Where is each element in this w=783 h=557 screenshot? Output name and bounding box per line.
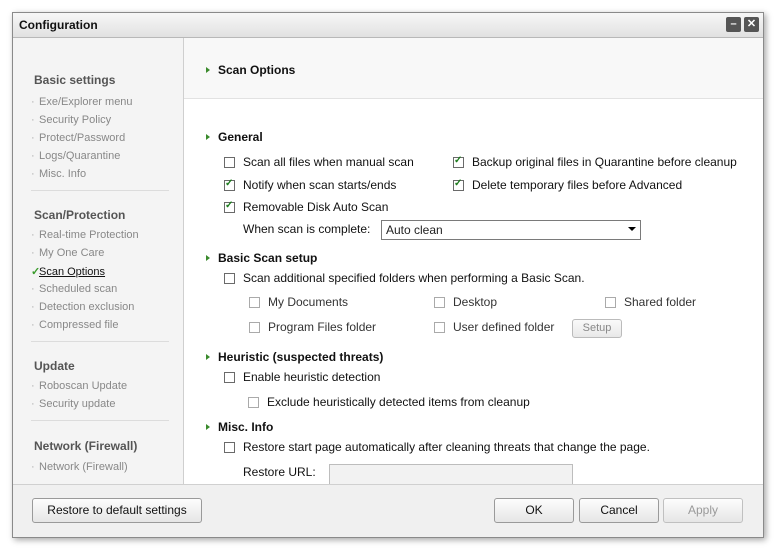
section-arrow-icon bbox=[206, 134, 210, 140]
desktop-label[interactable]: Desktop bbox=[453, 295, 497, 309]
removable-disk-checkbox[interactable] bbox=[224, 200, 235, 213]
delete-temp-checkbox[interactable] bbox=[453, 178, 464, 191]
sidebar-divider bbox=[31, 190, 169, 191]
scan-all-files-label[interactable]: Scan all files when manual scan bbox=[243, 155, 414, 169]
exclude-heuristic-checkbox[interactable] bbox=[248, 397, 259, 408]
scan-all-files-checkbox[interactable] bbox=[224, 157, 235, 168]
sidebar-group-network-firewall[interactable]: Network (Firewall) bbox=[34, 439, 137, 453]
my-documents-checkbox[interactable] bbox=[249, 297, 260, 308]
ok-button[interactable]: OK bbox=[494, 498, 574, 523]
restore-url-input[interactable] bbox=[329, 464, 573, 485]
content-header: Scan Options bbox=[184, 38, 763, 99]
restore-start-page-checkbox[interactable] bbox=[224, 442, 235, 453]
sidebar-item-roboscan-update[interactable]: · Roboscan Update bbox=[31, 380, 127, 392]
sidebar-divider bbox=[31, 341, 169, 342]
restore-default-button[interactable]: Restore to default settings bbox=[32, 498, 202, 523]
shared-folder-checkbox[interactable] bbox=[605, 297, 616, 308]
sidebar-group-scan-protection[interactable]: Scan/Protection bbox=[34, 208, 125, 222]
notify-scan-label[interactable]: Notify when scan starts/ends bbox=[243, 178, 396, 192]
my-documents-label[interactable]: My Documents bbox=[268, 295, 348, 309]
minimize-icon[interactable]: – bbox=[726, 17, 741, 32]
sidebar-item-my-one-care[interactable]: · My One Care bbox=[31, 247, 104, 259]
user-defined-folder-checkbox[interactable] bbox=[434, 322, 445, 333]
page-title: Scan Options bbox=[218, 63, 296, 77]
shared-folder-label[interactable]: Shared folder bbox=[624, 295, 696, 309]
window-title: Configuration bbox=[19, 18, 98, 32]
apply-button[interactable]: Apply bbox=[663, 498, 743, 523]
sidebar-divider bbox=[31, 420, 169, 421]
delete-temp-label[interactable]: Delete temporary files before Advanced bbox=[472, 178, 682, 192]
section-arrow-icon bbox=[206, 255, 210, 261]
backup-quarantine-checkbox[interactable] bbox=[453, 155, 464, 168]
sidebar-item-detection-exclusion[interactable]: · Detection exclusion bbox=[31, 301, 134, 313]
cancel-button[interactable]: Cancel bbox=[579, 498, 659, 523]
user-defined-folder-label[interactable]: User defined folder bbox=[453, 320, 554, 334]
section-basic-scan-title: Basic Scan setup bbox=[218, 251, 318, 265]
sidebar-item-real-time-protection[interactable]: · Real-time Protection bbox=[31, 229, 139, 241]
title-bar: Configuration – ✕ bbox=[13, 13, 763, 38]
sidebar-group-update[interactable]: Update bbox=[34, 359, 75, 373]
sidebar-item-protect-password[interactable]: · Protect/Password bbox=[31, 132, 125, 144]
sidebar-item-scheduled-scan[interactable]: · Scheduled scan bbox=[31, 283, 117, 295]
sidebar-item-compressed-file[interactable]: · Compressed file bbox=[31, 319, 118, 331]
sidebar-item-logs-quarantine[interactable]: · Logs/Quarantine bbox=[31, 150, 120, 162]
removable-disk-label[interactable]: Removable Disk Auto Scan bbox=[243, 200, 388, 214]
section-general-title: General bbox=[218, 130, 263, 144]
exclude-heuristic-label[interactable]: Exclude heuristically detected items fro… bbox=[267, 395, 530, 409]
content-panel: Scan Options General Scan all files when… bbox=[184, 38, 763, 485]
additional-folders-label[interactable]: Scan additional specified folders when p… bbox=[243, 271, 585, 285]
program-files-checkbox[interactable] bbox=[249, 322, 260, 333]
section-misc-title: Misc. Info bbox=[218, 420, 274, 434]
dropdown-arrow-icon bbox=[628, 227, 636, 231]
additional-folders-checkbox[interactable] bbox=[224, 273, 235, 284]
sidebar-item-exe-explorer-menu[interactable]: · Exe/Explorer menu bbox=[31, 96, 133, 108]
section-heuristic-title: Heuristic (suspected threats) bbox=[218, 350, 384, 364]
enable-heuristic-checkbox[interactable] bbox=[224, 372, 235, 383]
when-scan-complete-label: When scan is complete: bbox=[243, 222, 371, 236]
sidebar-item-misc-info[interactable]: · Misc. Info bbox=[31, 168, 86, 180]
section-arrow-icon bbox=[206, 354, 210, 360]
checkmark-icon: ✓ bbox=[31, 266, 41, 278]
section-arrow-icon bbox=[206, 67, 210, 73]
close-icon[interactable]: ✕ bbox=[744, 17, 759, 32]
backup-quarantine-label[interactable]: Backup original files in Quarantine befo… bbox=[472, 155, 737, 169]
configuration-window: Configuration – ✕ Basic settings · Exe/Ex… bbox=[12, 12, 764, 538]
sidebar-item-network-firewall[interactable]: · Network (Firewall) bbox=[31, 461, 128, 473]
when-scan-complete-select[interactable]: Auto clean bbox=[381, 220, 641, 240]
sidebar-item-security-policy[interactable]: · Security Policy bbox=[31, 114, 111, 126]
desktop-checkbox[interactable] bbox=[434, 297, 445, 308]
sidebar-item-security-update[interactable]: · Security update bbox=[31, 398, 115, 410]
sidebar-group-basic-settings[interactable]: Basic settings bbox=[34, 73, 115, 87]
section-arrow-icon bbox=[206, 424, 210, 430]
footer-bar: Restore to default settings OK Cancel Ap… bbox=[13, 484, 763, 537]
restore-start-page-label[interactable]: Restore start page automatically after c… bbox=[243, 440, 650, 454]
setup-button[interactable]: Setup bbox=[572, 319, 622, 338]
restore-url-label: Restore URL: bbox=[243, 465, 316, 479]
program-files-label[interactable]: Program Files folder bbox=[268, 320, 376, 334]
enable-heuristic-label[interactable]: Enable heuristic detection bbox=[243, 370, 380, 384]
sidebar-item-scan-options[interactable]: ✓Scan Options bbox=[31, 265, 105, 278]
sidebar: Basic settings · Exe/Explorer menu · Secur… bbox=[13, 38, 184, 484]
notify-scan-checkbox[interactable] bbox=[224, 178, 235, 191]
